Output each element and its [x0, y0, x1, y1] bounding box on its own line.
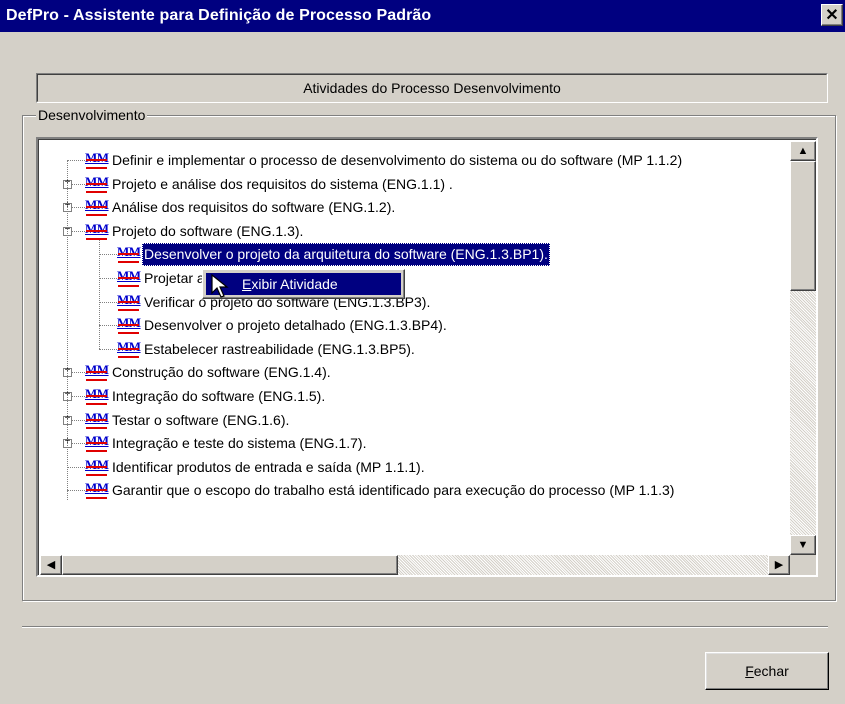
tree-item[interactable]: Garantir que o escopo do trabalho está i… [112, 479, 674, 502]
close-button-mnemonic: F [745, 663, 754, 679]
tree-item[interactable]: Definir e implementar o processo de dese… [112, 149, 682, 172]
menu-item-exibir-atividade[interactable]: Exibir Atividade [206, 273, 401, 295]
mm-icon-bars [86, 229, 107, 240]
mm-icon-bars [86, 395, 107, 405]
mm-icon-bars [86, 182, 107, 193]
close-button-label: echar [753, 663, 789, 679]
mm-icon-bars [118, 277, 139, 287]
scroll-left-button[interactable]: ◀ [40, 555, 62, 575]
arrow-left-icon: ◀ [46, 559, 56, 571]
tree-item[interactable]: Construção do software (ENG.1.4). [112, 361, 331, 384]
tree-item[interactable]: Projeto e análise dos requisitos do sist… [112, 173, 453, 196]
tree-item[interactable]: Projeto do software (ENG.1.3). [112, 220, 303, 243]
tree-branch-line [99, 239, 101, 349]
mouse-pointer-icon [211, 274, 229, 298]
mm-activity-icon: MM [117, 268, 141, 289]
tree-connector [99, 301, 117, 304]
menu-item-label: xibir Atividade [251, 276, 338, 292]
activity-tree[interactable]: MM Definir e implementar o processo de de… [36, 137, 818, 577]
mm-activity-icon: MM [85, 150, 109, 171]
scroll-right-button[interactable]: ▶ [768, 555, 790, 575]
activities-header-panel: Atividades do Processo Desenvolvimento [36, 73, 828, 103]
mm-activity-icon: MM [85, 197, 109, 218]
title-bar: DefPro - Assistente para Definição de Pr… [0, 0, 845, 32]
mm-icon-bars [86, 442, 107, 453]
mm-icon-bars [86, 206, 107, 217]
mm-activity-icon: MM [85, 457, 109, 478]
mm-icon-bars [86, 418, 107, 429]
tree-item[interactable]: Testar o software (ENG.1.6). [112, 409, 289, 432]
scrollbar-corner [790, 555, 816, 575]
tree-connector [99, 254, 117, 256]
groupbox-label: Desenvolvimento [36, 107, 148, 123]
scroll-down-button[interactable]: ▼ [790, 535, 816, 555]
tree-item[interactable]: Identificar produtos de entrada e saída … [112, 456, 425, 479]
vertical-scrollbar[interactable]: ▲ ▼ [790, 141, 816, 555]
close-button[interactable]: Fechar [705, 652, 829, 690]
mm-activity-icon: MM [85, 386, 109, 407]
window-title: DefPro - Assistente para Definição de Pr… [6, 7, 432, 24]
arrow-down-icon: ▼ [797, 539, 809, 551]
mm-icon-bars [118, 324, 139, 335]
arrow-up-icon: ▲ [797, 145, 809, 157]
mm-icon-bars [86, 371, 107, 382]
mm-activity-icon: MM [85, 410, 109, 431]
menu-item-mnemonic: E [242, 276, 252, 292]
tree-item[interactable]: Análise dos requisitos do software (ENG.… [112, 196, 395, 219]
mm-activity-icon: MM [117, 315, 141, 336]
close-window-button[interactable]: ✕ [821, 4, 843, 26]
mm-activity-icon: MM [117, 244, 141, 265]
mm-icon-bars [86, 465, 107, 476]
tree-item[interactable]: Desenvolver o projeto detalhado (ENG.1.3… [144, 314, 447, 337]
activities-header-text: Atividades do Processo Desenvolvimento [37, 74, 827, 102]
mm-icon-bars [86, 489, 107, 500]
mm-activity-icon: MM [85, 480, 109, 501]
mm-icon-bars [118, 300, 139, 311]
close-icon: ✕ [825, 7, 839, 24]
mm-activity-icon: MM [85, 433, 109, 454]
mm-activity-icon: MM [117, 292, 141, 313]
horizontal-scrollbar[interactable]: ◀ ▶ [40, 555, 790, 575]
mm-activity-icon: MM [85, 174, 109, 195]
tree-content: MM Definir e implementar o processo de de… [40, 141, 790, 555]
tree-item[interactable]: Desenvolver o projeto da arquitetura do … [142, 243, 550, 267]
tree-connector [67, 466, 85, 469]
tree-connector [99, 278, 117, 280]
horizontal-scroll-thumb[interactable] [62, 555, 398, 575]
tree-item[interactable]: Integração e teste do sistema (ENG.1.7). [112, 432, 366, 455]
mm-activity-icon: MM [85, 362, 109, 383]
arrow-right-icon: ▶ [774, 559, 784, 571]
tree-connector [67, 490, 85, 492]
tree-item[interactable]: Estabelecer rastreabilidade (ENG.1.3.BP5… [144, 338, 415, 361]
tree-connector [99, 348, 117, 351]
mm-icon-bars [86, 159, 107, 169]
vertical-scroll-thumb[interactable] [790, 161, 816, 291]
mm-activity-icon: MM [117, 339, 141, 360]
mm-icon-bars [118, 253, 139, 264]
mm-activity-icon: MM [85, 221, 109, 242]
tree-trunk-line [67, 160, 69, 501]
mm-icon-bars [118, 347, 139, 358]
tree-connector [67, 160, 85, 162]
scroll-up-button[interactable]: ▲ [790, 141, 816, 161]
tree-item[interactable]: Integração do software (ENG.1.5). [112, 385, 325, 408]
tree-connector [99, 325, 117, 327]
footer-divider [22, 626, 828, 628]
